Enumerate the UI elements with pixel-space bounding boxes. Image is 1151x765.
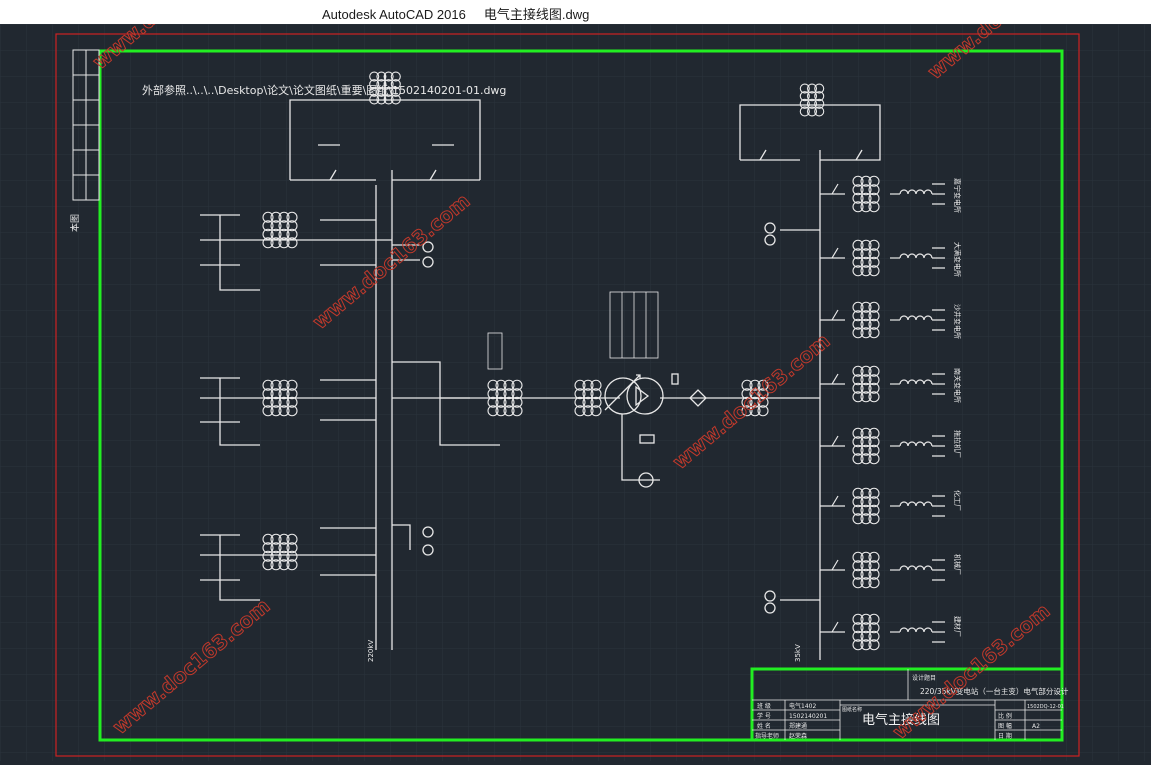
class-label: 班 级 bbox=[757, 702, 771, 710]
window-titlebar: Autodesk AutoCAD 2016 电气主接线图.dwg bbox=[0, 0, 1151, 24]
bus-220kv-label: 220kV bbox=[367, 640, 375, 662]
bus-35kv-label: 35kV bbox=[794, 644, 802, 662]
drawing-number: 1502DQ-12-01 bbox=[1027, 704, 1064, 710]
student-id-label: 学 号 bbox=[757, 712, 771, 720]
name-label: 姓 名 bbox=[757, 722, 771, 730]
project-header: 设计题目 bbox=[912, 674, 936, 682]
sub-header: 图纸名称 bbox=[842, 706, 862, 713]
feeder-4-label: 南关变电所 bbox=[953, 368, 962, 403]
advisor-label: 指导老师 bbox=[755, 732, 779, 740]
drawing-svg[interactable]: 本图 外部参照..\..\..\Desktop\论文\论文图纸\重要\图纸\15… bbox=[0, 0, 1151, 761]
advisor-value: 赵荣森 bbox=[789, 732, 807, 740]
feeder-1-label: 嘉宁变电所 bbox=[953, 178, 962, 213]
size-value: A2 bbox=[1032, 723, 1040, 730]
side-label: 本图 bbox=[69, 214, 81, 232]
feeder-8-label: 建材厂 bbox=[953, 616, 962, 637]
class-value: 电气1402 bbox=[789, 702, 816, 710]
xref-label: 外部参照..\..\..\Desktop\论文\论文图纸\重要\图纸\15021… bbox=[142, 83, 506, 97]
size-label: 图 幅 bbox=[998, 722, 1012, 730]
drawing-canvas[interactable]: 本图 外部参照..\..\..\Desktop\论文\论文图纸\重要\图纸\15… bbox=[0, 0, 1151, 761]
window-title: Autodesk AutoCAD 2016 电气主接线图.dwg bbox=[322, 7, 590, 22]
feeder-5-label: 拖拉机厂 bbox=[953, 430, 962, 458]
scale-label: 比 例 bbox=[998, 712, 1012, 720]
feeder-3-label: 沙井变电所 bbox=[953, 304, 962, 339]
name-value: 郑建通 bbox=[789, 722, 807, 730]
feeder-2-label: 大满变电所 bbox=[953, 242, 962, 277]
date-label: 日 期 bbox=[998, 732, 1012, 740]
student-id-value: 1502140201 bbox=[789, 713, 827, 720]
feeder-6-label: 化工厂 bbox=[953, 490, 962, 511]
feeder-7-label: 机械厂 bbox=[953, 554, 962, 575]
